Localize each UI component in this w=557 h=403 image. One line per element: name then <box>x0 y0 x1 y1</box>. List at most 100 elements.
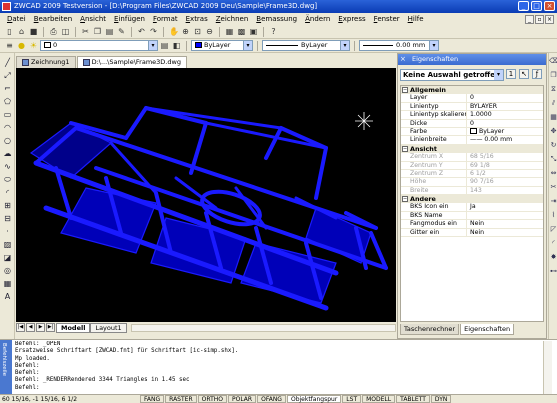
model-viewport[interactable] <box>16 68 396 322</box>
line-tool-icon[interactable]: ╱ <box>2 57 13 68</box>
category-allgemein[interactable]: − Allgemein <box>401 86 543 95</box>
collapse-icon[interactable]: − <box>402 145 408 152</box>
property-row[interactable]: Dicke 0 <box>401 119 543 128</box>
gradient-icon[interactable]: ◪ <box>2 252 13 263</box>
command-history[interactable]: Befehl: _OPEN Ersatzweise Schriftart [ZW… <box>15 341 542 394</box>
new-file-icon[interactable]: ▯ <box>4 26 15 37</box>
property-row[interactable]: Gitter ein Nein <box>401 228 543 238</box>
extend-icon[interactable]: ⇥ <box>549 197 557 206</box>
insert-block-icon[interactable]: ⊞ <box>2 200 13 211</box>
first-tab-button[interactable]: |◀ <box>16 323 25 332</box>
zoom-window-icon[interactable]: ⊡ <box>192 26 203 37</box>
menu-einfuegen[interactable]: Einfügen <box>110 15 149 23</box>
rotate-icon[interactable]: ↻ <box>549 141 557 150</box>
toggle-modell[interactable]: MODELL <box>362 395 396 403</box>
property-row[interactable]: Farbe ByLayer <box>401 127 543 137</box>
pan-icon[interactable]: ✋ <box>168 26 179 37</box>
make-block-icon[interactable]: ⊟ <box>2 213 13 224</box>
array-icon[interactable]: ▦ <box>549 113 557 122</box>
tab-taschenrechner[interactable]: Taschenrechner <box>400 324 460 335</box>
menu-aendern[interactable]: Ändern <box>301 15 334 23</box>
toggle-fang[interactable]: FANG <box>140 395 165 403</box>
properties-icon[interactable]: ▦ <box>224 26 235 37</box>
toggle-pickadd-icon[interactable]: 1 <box>506 69 516 79</box>
hatch-icon[interactable]: ▨ <box>2 239 13 250</box>
property-row[interactable]: Linienbreite —— 0.00 mm <box>401 136 543 145</box>
chamfer-icon[interactable]: ◸ <box>549 225 557 234</box>
quick-select-icon[interactable]: ƒ <box>532 69 542 79</box>
trim-icon[interactable]: ✂ <box>549 183 557 192</box>
paste-icon[interactable]: ▤ <box>104 26 115 37</box>
doc-close-button[interactable]: × <box>545 14 554 24</box>
design-center-icon[interactable]: ▩ <box>236 26 247 37</box>
break-icon[interactable]: ⌇ <box>549 211 557 220</box>
toggle-lst[interactable]: LST <box>342 395 362 403</box>
next-tab-button[interactable]: ▶ <box>36 323 45 332</box>
region-icon[interactable]: ◎ <box>2 265 13 276</box>
print-preview-icon[interactable]: ◫ <box>60 26 71 37</box>
construction-line-icon[interactable]: ⤢ <box>2 70 13 81</box>
doc-tab-zeichnung1[interactable]: Zeichnung1 <box>16 56 76 68</box>
polyline-icon[interactable]: ⌐ <box>2 83 13 94</box>
color-select[interactable]: ByLayer ▾ <box>191 40 253 51</box>
menu-fenster[interactable]: Fenster <box>370 15 404 23</box>
ellipse-icon[interactable]: ⬭ <box>2 174 13 185</box>
property-row[interactable]: Layer 0 <box>401 94 543 103</box>
redo-icon[interactable]: ↷ <box>148 26 159 37</box>
command-prompt[interactable]: Befehl: <box>15 385 542 392</box>
menu-datei[interactable]: Datei <box>3 15 30 23</box>
menu-zeichnen[interactable]: Zeichnen <box>212 15 253 23</box>
menu-format[interactable]: Format <box>149 15 182 23</box>
ellipse-arc-icon[interactable]: ◜ <box>2 187 13 198</box>
rectangle-icon[interactable]: ▭ <box>2 109 13 120</box>
zoom-realtime-icon[interactable]: ⊕ <box>180 26 191 37</box>
polygon-icon[interactable]: ⬠ <box>2 96 13 107</box>
tool-palette-icon[interactable]: ▣ <box>248 26 259 37</box>
layer-select[interactable]: 0 ▾ <box>40 40 158 51</box>
property-row[interactable]: Fangmodus ein Nein <box>401 220 543 229</box>
stretch-icon[interactable]: ⇔ <box>549 169 557 178</box>
doc-minimize-button[interactable]: _ <box>525 14 534 24</box>
toggle-ofang[interactable]: OFANG <box>257 395 286 403</box>
toggle-objektfangspur[interactable]: Objektfangspur <box>286 395 342 403</box>
revision-cloud-icon[interactable]: ☁ <box>2 148 13 159</box>
command-grip[interactable]: Befehlszeile <box>0 340 12 395</box>
toggle-dyn[interactable]: DYN <box>430 395 452 403</box>
property-row[interactable]: BKS Name <box>401 211 543 221</box>
prev-tab-button[interactable]: ◀ <box>26 323 35 332</box>
spline-icon[interactable]: ∿ <box>2 161 13 172</box>
lineweight-select[interactable]: 0.00 mm ▾ <box>359 40 439 51</box>
copy-object-icon[interactable]: ❐ <box>549 71 557 80</box>
table-icon[interactable]: ▦ <box>2 278 13 289</box>
menu-express[interactable]: Express <box>334 15 369 23</box>
collapse-icon[interactable]: − <box>402 196 408 203</box>
property-row[interactable]: Linientyp skalieren 1.0000 <box>401 111 543 120</box>
horizontal-scrollbar[interactable] <box>130 323 396 332</box>
menu-hilfe[interactable]: Hilfe <box>404 15 428 23</box>
circle-icon[interactable]: ○ <box>2 135 13 146</box>
close-icon[interactable]: × <box>400 55 409 64</box>
property-row[interactable]: Linientyp BYLAYER <box>401 102 543 112</box>
linetype-select[interactable]: ByLayer ▾ <box>262 40 350 51</box>
category-andere[interactable]: − Andere <box>401 195 543 204</box>
selection-dropdown[interactable]: Keine Auswahl getroffen ▾ <box>400 69 504 81</box>
last-tab-button[interactable]: ▶| <box>46 323 55 332</box>
toggle-raster[interactable]: RASTER <box>165 395 197 403</box>
select-objects-icon[interactable]: ↖ <box>519 69 529 79</box>
zoom-previous-icon[interactable]: ⊖ <box>204 26 215 37</box>
point-icon[interactable]: · <box>2 226 13 237</box>
fillet-icon[interactable]: ◜ <box>549 239 557 248</box>
doc-restore-button[interactable]: ▫ <box>535 14 544 24</box>
scale-icon[interactable]: ⤡ <box>549 155 557 164</box>
open-folder-icon[interactable]: ⌂ <box>16 26 27 37</box>
layer-manager-icon[interactable]: ≡ <box>4 40 15 51</box>
arc-icon[interactable]: ◠ <box>2 122 13 133</box>
property-row[interactable]: BKS Icon ein Ja <box>401 203 543 212</box>
explode-icon[interactable]: ✸ <box>549 253 557 262</box>
layer-previous-icon[interactable]: ◧ <box>171 40 182 51</box>
menu-bearbeiten[interactable]: Bearbeiten <box>30 15 76 23</box>
maximize-button[interactable]: □ <box>531 1 542 11</box>
toggle-polar[interactable]: POLAR <box>227 395 257 403</box>
move-icon[interactable]: ✥ <box>549 127 557 136</box>
collapse-icon[interactable]: − <box>402 87 408 94</box>
